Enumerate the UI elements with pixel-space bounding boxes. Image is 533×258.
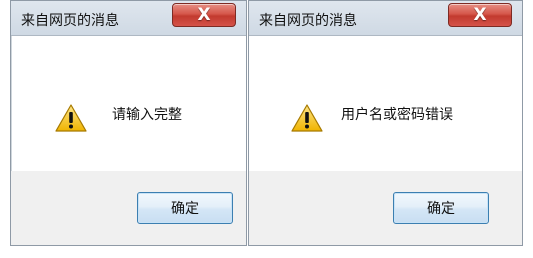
dialog-titlebar[interactable]: 来自网页的消息 X [249, 1, 522, 36]
dialog-content: 请输入完整 [11, 36, 246, 171]
dialog-message: 请输入完整 [112, 107, 182, 123]
dialog-title: 来自网页的消息 [21, 13, 119, 29]
dialog-message: 用户名或密码错误 [341, 107, 453, 123]
close-button[interactable]: X [448, 3, 512, 27]
warning-icon [55, 104, 87, 132]
close-button[interactable]: X [172, 3, 236, 27]
close-icon: X [473, 4, 487, 25]
ok-button[interactable]: 确定 [393, 192, 489, 224]
alert-dialog-login-error: 来自网页的消息 X 用户名或密码错误 确定 [248, 0, 523, 246]
close-icon: X [197, 4, 211, 25]
ok-button[interactable]: 确定 [137, 192, 233, 224]
warning-icon [291, 104, 323, 132]
dialog-title: 来自网页的消息 [259, 13, 357, 29]
alert-dialog-incomplete: 来自网页的消息 X 请输入完整 确定 [10, 0, 247, 246]
dialog-titlebar[interactable]: 来自网页的消息 X [11, 1, 246, 36]
screenshot-stage: 来自网页的消息 X 请输入完整 确定 来自网页的消息 X 用户名或密码错误 确定 [0, 0, 533, 258]
dialog-content: 用户名或密码错误 [249, 36, 522, 171]
